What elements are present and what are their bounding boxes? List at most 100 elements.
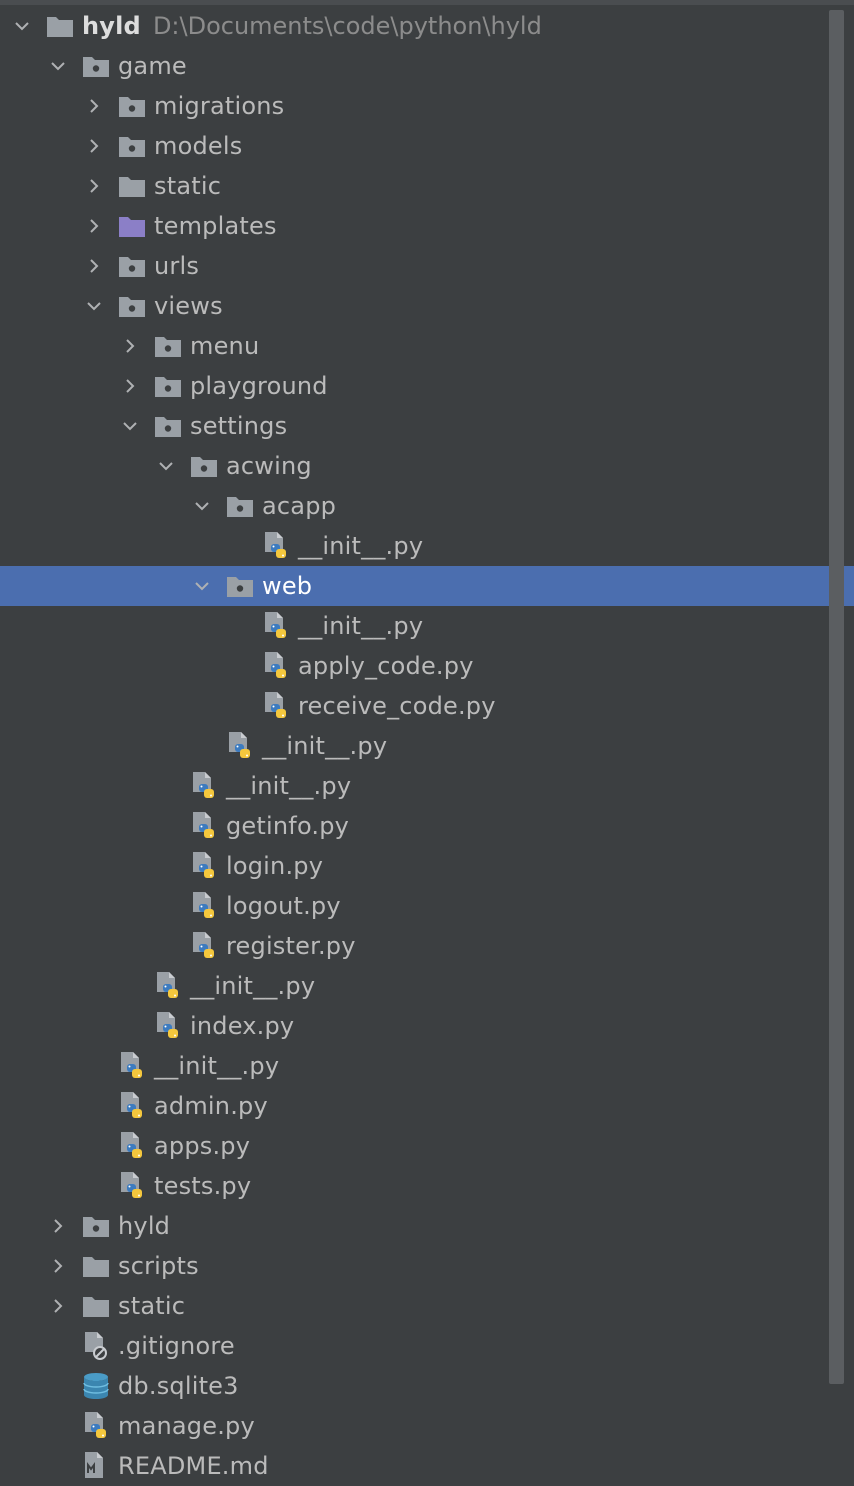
panel-top-border: [0, 0, 854, 5]
tree-row[interactable]: __init__.py: [0, 726, 854, 766]
tree-row[interactable]: index.py: [0, 1006, 854, 1046]
tree-row[interactable]: __init__.py: [0, 1046, 854, 1086]
tree-row[interactable]: __init__.py: [0, 966, 854, 1006]
python-file-icon: [262, 692, 290, 720]
vertical-scrollbar[interactable]: [829, 10, 844, 1384]
chevron-down-icon[interactable]: [190, 566, 214, 606]
tree-row[interactable]: game: [0, 46, 854, 86]
tree-row[interactable]: menu: [0, 326, 854, 366]
tree-row[interactable]: scripts: [0, 1246, 854, 1286]
tree-row[interactable]: static: [0, 1286, 854, 1326]
tree-root-row[interactable]: hyld D:\Documents\code\python\hyld: [0, 6, 854, 46]
no-chevron-spacer: [226, 606, 250, 646]
python-file-icon: [262, 532, 290, 560]
chevron-down-icon[interactable]: [46, 46, 70, 86]
chevron-right-icon[interactable]: [118, 326, 142, 366]
chevron-down-icon[interactable]: [118, 406, 142, 446]
python-file-icon: [226, 732, 254, 760]
tree-row[interactable]: settings: [0, 406, 854, 446]
chevron-down-icon[interactable]: [82, 286, 106, 326]
tree-row[interactable]: models: [0, 126, 854, 166]
tree-row[interactable]: __init__.py: [0, 766, 854, 806]
package-folder-icon: [190, 452, 218, 480]
no-chevron-spacer: [118, 966, 142, 1006]
python-file-icon: [118, 1092, 146, 1120]
chevron-down-icon[interactable]: [154, 446, 178, 486]
tree-row[interactable]: views: [0, 286, 854, 326]
tree-row[interactable]: migrations: [0, 86, 854, 126]
tree-item-label: __init__.py: [226, 772, 352, 800]
tree-row[interactable]: admin.py: [0, 1086, 854, 1126]
chevron-right-icon[interactable]: [46, 1246, 70, 1286]
tree-row[interactable]: tests.py: [0, 1166, 854, 1206]
folder-icon: [82, 1292, 110, 1320]
tree-row[interactable]: playground: [0, 366, 854, 406]
tree-item-label: getinfo.py: [226, 812, 350, 840]
tree-item-label: views: [154, 292, 223, 320]
chevron-right-icon[interactable]: [118, 366, 142, 406]
folder-icon: [82, 1252, 110, 1280]
tree-row[interactable]: web: [0, 566, 854, 606]
tree-row[interactable]: acapp: [0, 486, 854, 526]
tree-row[interactable]: acwing: [0, 446, 854, 486]
chevron-right-icon[interactable]: [46, 1286, 70, 1326]
tree-row[interactable]: manage.py: [0, 1406, 854, 1446]
tree-row[interactable]: register.py: [0, 926, 854, 966]
tree-row[interactable]: __init__.py: [0, 526, 854, 566]
tree-item-label: scripts: [118, 1252, 199, 1280]
tree-item-label: __init__.py: [298, 612, 424, 640]
database-icon: [82, 1372, 110, 1400]
no-chevron-spacer: [82, 1166, 106, 1206]
tree-item-label: login.py: [226, 852, 324, 880]
tree-row[interactable]: apps.py: [0, 1126, 854, 1166]
project-tree[interactable]: hyld D:\Documents\code\python\hyld game m…: [0, 6, 854, 1486]
tree-row[interactable]: hyld: [0, 1206, 854, 1246]
python-file-icon: [154, 972, 182, 1000]
project-path: D:\Documents\code\python\hyld: [152, 12, 542, 40]
tree-item-label: models: [154, 132, 243, 160]
markdown-file-icon: [82, 1452, 110, 1480]
tree-row[interactable]: getinfo.py: [0, 806, 854, 846]
tree-row[interactable]: receive_code.py: [0, 686, 854, 726]
tree-row[interactable]: static: [0, 166, 854, 206]
tree-item-label: admin.py: [154, 1092, 268, 1120]
tree-row[interactable]: README.md: [0, 1446, 854, 1486]
tree-row[interactable]: logout.py: [0, 886, 854, 926]
chevron-right-icon[interactable]: [82, 126, 106, 166]
no-chevron-spacer: [154, 806, 178, 846]
python-file-icon: [190, 812, 218, 840]
tree-row[interactable]: login.py: [0, 846, 854, 886]
chevron-right-icon[interactable]: [82, 86, 106, 126]
project-name: hyld: [82, 12, 141, 40]
chevron-down-icon[interactable]: [190, 486, 214, 526]
no-chevron-spacer: [46, 1366, 70, 1406]
tree-row[interactable]: .gitignore: [0, 1326, 854, 1366]
tree-row[interactable]: db.sqlite3: [0, 1366, 854, 1406]
tree-item-label: web: [262, 572, 313, 600]
chevron-right-icon[interactable]: [82, 206, 106, 246]
tree-row[interactable]: __init__.py: [0, 606, 854, 646]
python-file-icon: [262, 612, 290, 640]
tree-item-label: urls: [154, 252, 200, 280]
chevron-down-icon[interactable]: [10, 6, 34, 46]
tree-item-label: hyld: [118, 1212, 171, 1240]
no-chevron-spacer: [226, 686, 250, 726]
tree-item-label: templates: [154, 212, 277, 240]
tree-item-label: acwing: [226, 452, 312, 480]
tree-item-label: register.py: [226, 932, 356, 960]
tree-row[interactable]: apply_code.py: [0, 646, 854, 686]
chevron-right-icon[interactable]: [46, 1206, 70, 1246]
folder-icon: [46, 12, 74, 40]
tree-row[interactable]: templates: [0, 206, 854, 246]
python-file-icon: [262, 652, 290, 680]
tree-row[interactable]: urls: [0, 246, 854, 286]
chevron-right-icon[interactable]: [82, 246, 106, 286]
tree-item-label: apply_code.py: [298, 652, 474, 680]
no-chevron-spacer: [82, 1086, 106, 1126]
python-file-icon: [118, 1172, 146, 1200]
no-chevron-spacer: [154, 766, 178, 806]
package-folder-icon: [118, 292, 146, 320]
templates-folder-icon: [118, 212, 146, 240]
chevron-right-icon[interactable]: [82, 166, 106, 206]
tree-item-label: index.py: [190, 1012, 295, 1040]
